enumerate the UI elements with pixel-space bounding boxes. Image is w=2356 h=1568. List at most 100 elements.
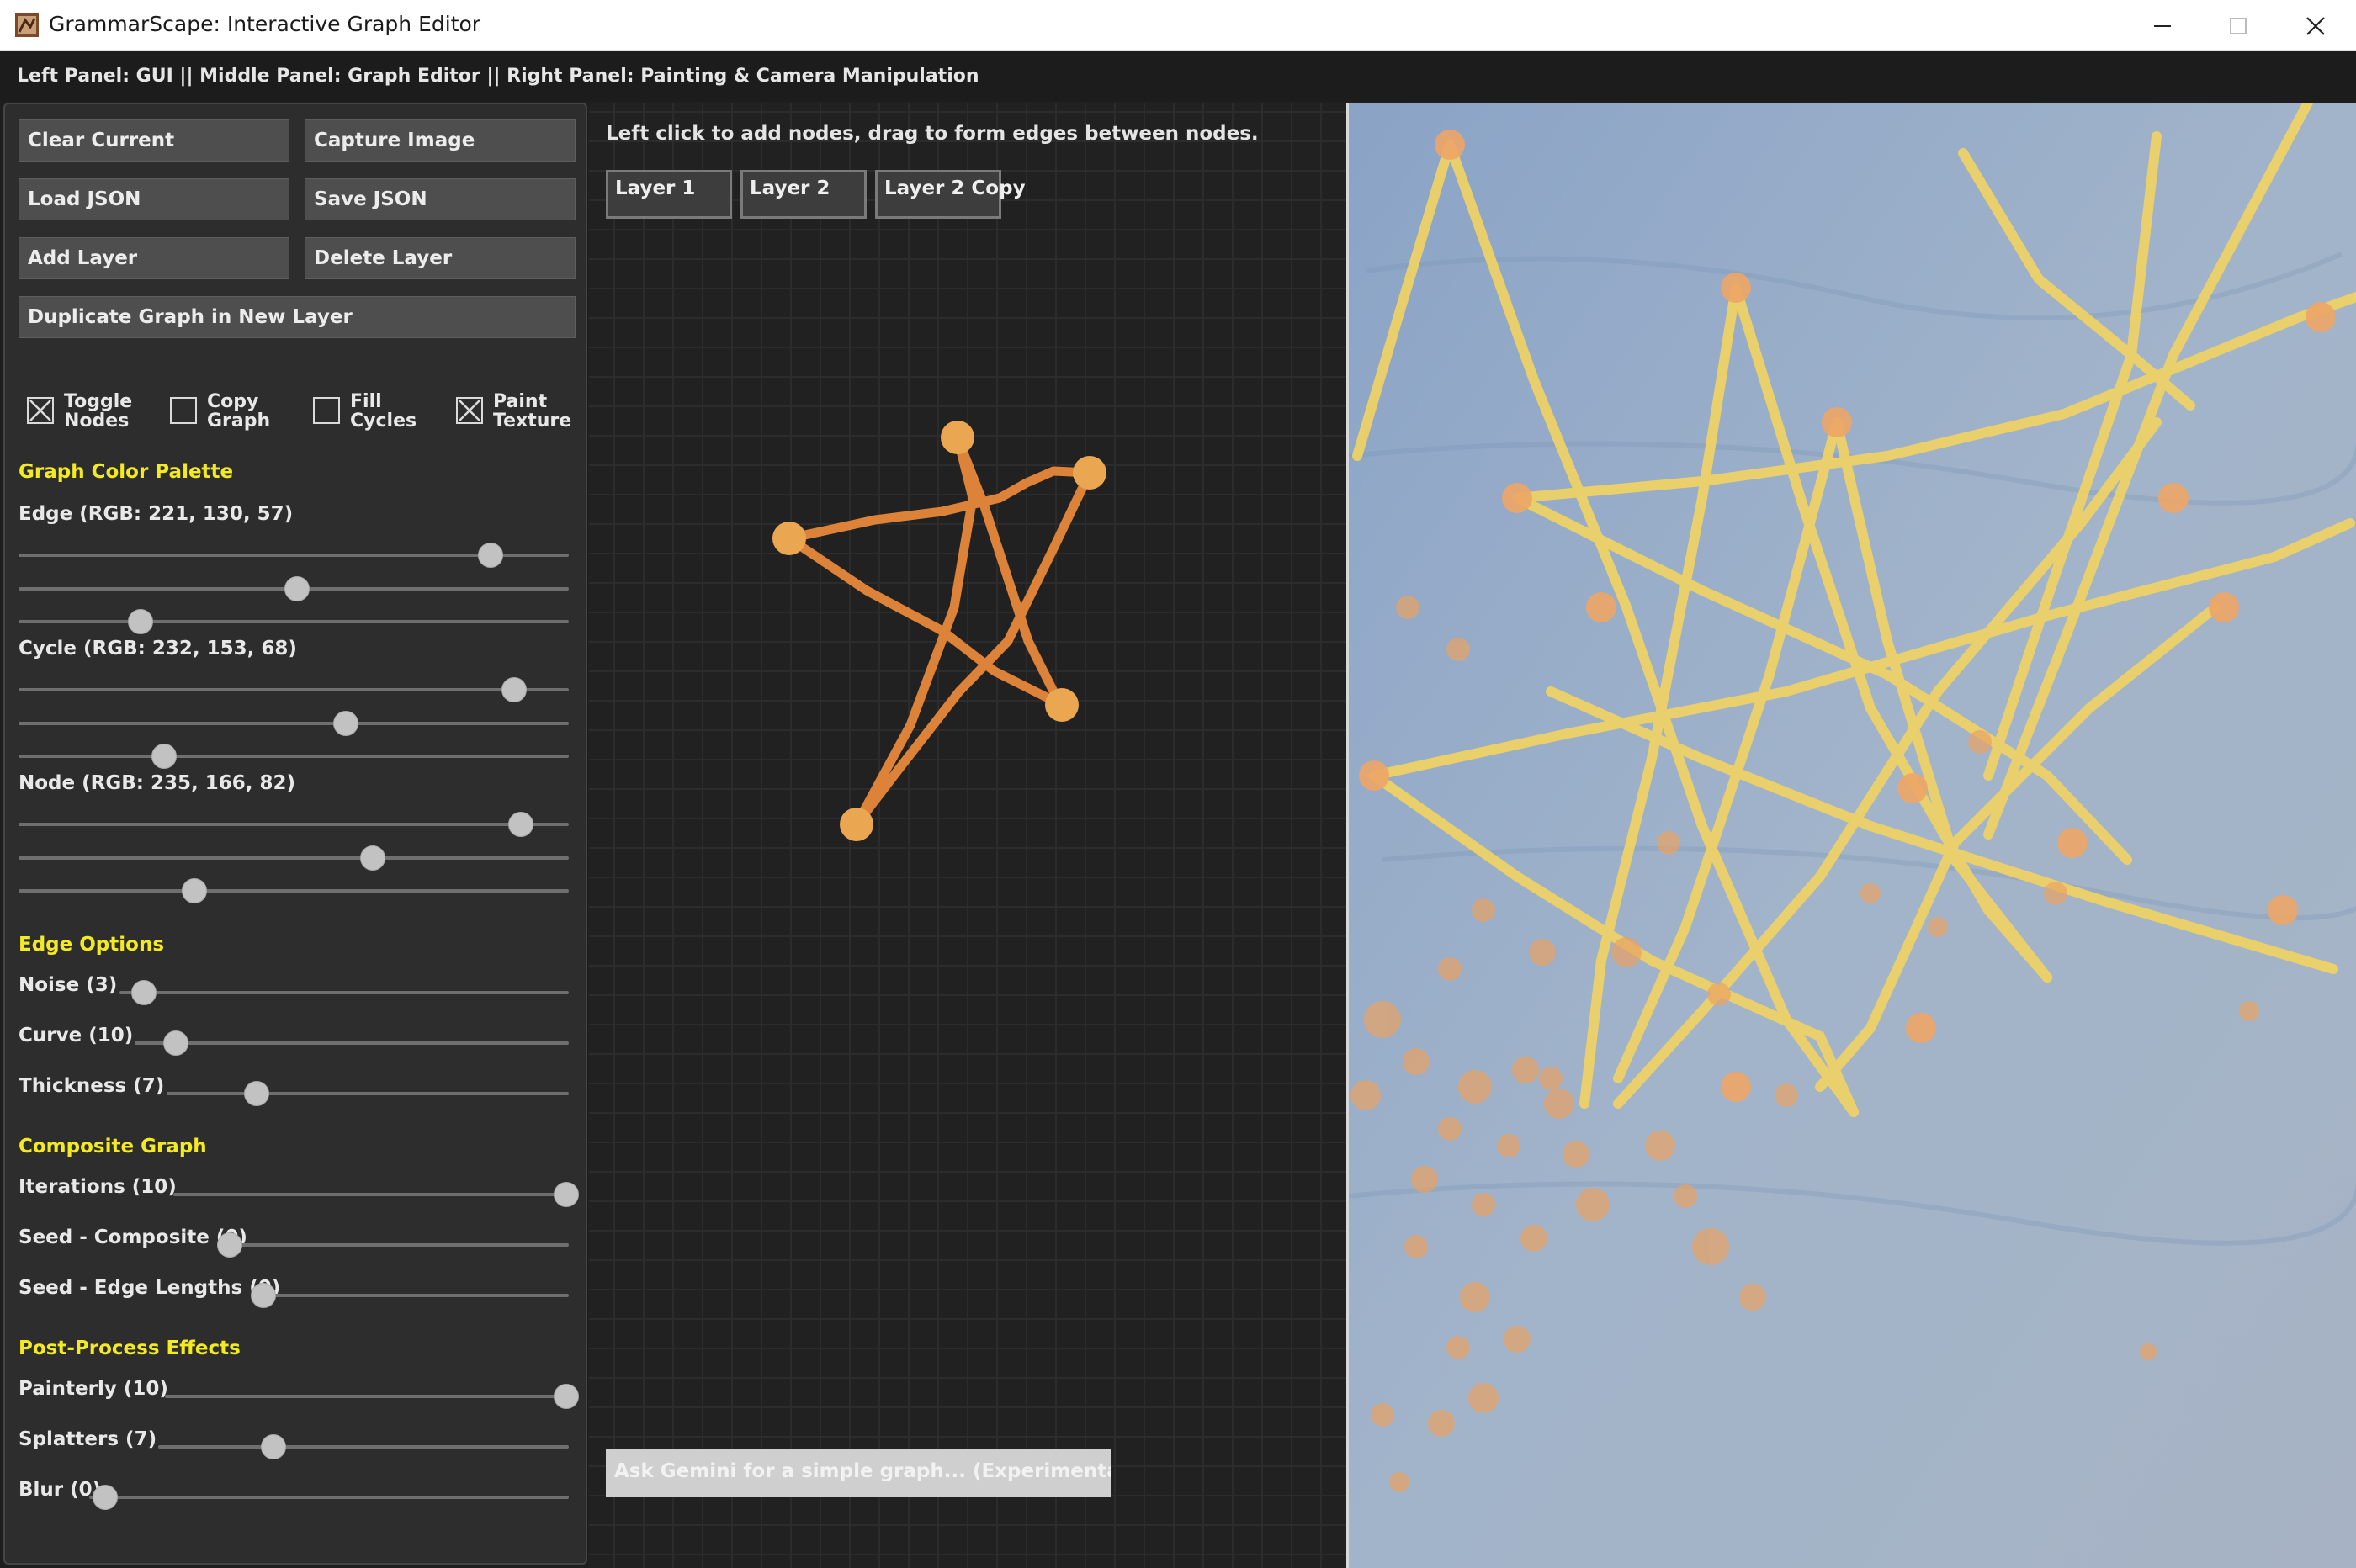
iterations-slider[interactable] bbox=[173, 1182, 579, 1207]
cycle-green-slider[interactable] bbox=[19, 711, 569, 736]
slider-thumb[interactable] bbox=[244, 1081, 269, 1106]
edge-color-label: Edge (RGB: 221, 130, 57) bbox=[19, 503, 294, 525]
slider-thumb[interactable] bbox=[261, 1434, 286, 1459]
slider-thumb[interactable] bbox=[360, 845, 385, 871]
gemini-prompt-input[interactable]: Ask Gemini for a simple graph... (Experi… bbox=[606, 1449, 1111, 1497]
add-layer-button[interactable]: Add Layer bbox=[19, 237, 289, 279]
curve-label: Curve (10) bbox=[19, 1025, 134, 1046]
curve-slider[interactable] bbox=[135, 1030, 569, 1056]
painted-node[interactable] bbox=[1897, 773, 1928, 803]
iterations-label: Iterations (10) bbox=[19, 1176, 177, 1198]
node-color-label: Node (RGB: 235, 166, 82) bbox=[19, 772, 295, 794]
edge-green-slider[interactable] bbox=[19, 576, 569, 601]
save-json-button[interactable]: Save JSON bbox=[305, 178, 576, 220]
slider-thumb[interactable] bbox=[151, 744, 177, 769]
graph-node[interactable] bbox=[1045, 688, 1079, 722]
graph-edge bbox=[784, 466, 1095, 543]
slider-thumb[interactable] bbox=[508, 812, 533, 837]
slider-thumb[interactable] bbox=[251, 1283, 276, 1308]
painted-node[interactable] bbox=[1502, 483, 1532, 513]
star-graph[interactable] bbox=[589, 103, 1346, 1568]
slider-thumb[interactable] bbox=[554, 1384, 579, 1409]
graph-node[interactable] bbox=[772, 522, 806, 555]
painted-node[interactable] bbox=[2158, 483, 2189, 513]
duplicate-graph-button[interactable]: Duplicate Graph in New Layer bbox=[19, 296, 576, 338]
app-icon bbox=[15, 13, 39, 37]
painted-node[interactable] bbox=[2209, 592, 2239, 622]
graph-node[interactable] bbox=[1073, 456, 1106, 490]
edge-red-slider[interactable] bbox=[19, 543, 569, 568]
node-green-slider[interactable] bbox=[19, 845, 569, 871]
edge-options-heading: Edge Options bbox=[19, 934, 165, 956]
splatters-label: Splatters (7) bbox=[19, 1428, 157, 1450]
checkbox-checked-icon bbox=[456, 397, 483, 424]
checkbox-unchecked-icon bbox=[170, 397, 197, 424]
slider-thumb[interactable] bbox=[478, 543, 503, 568]
clear-current-button[interactable]: Clear Current bbox=[19, 119, 289, 162]
window-title: GrammarScape: Interactive Graph Editor bbox=[49, 12, 481, 36]
painted-node[interactable] bbox=[1359, 760, 1389, 791]
painted-node[interactable] bbox=[2268, 895, 2298, 925]
gui-panel: Clear Current Capture Image Load JSON Sa… bbox=[3, 103, 587, 1565]
panel-info-bar: Left Panel: GUI || Middle Panel: Graph E… bbox=[0, 52, 2356, 101]
load-json-button[interactable]: Load JSON bbox=[19, 178, 289, 220]
slider-thumb[interactable] bbox=[182, 878, 207, 903]
maximize-icon bbox=[2230, 17, 2247, 34]
seed-edge-lengths-slider[interactable] bbox=[251, 1283, 569, 1308]
slider-thumb[interactable] bbox=[501, 677, 527, 702]
seed-composite-slider[interactable] bbox=[217, 1232, 569, 1258]
painterly-label: Painterly (10) bbox=[19, 1378, 168, 1400]
graph-editor-canvas[interactable]: Left click to add nodes, drag to form ed… bbox=[589, 103, 1346, 1568]
slider-thumb[interactable] bbox=[333, 711, 358, 736]
slider-thumb[interactable] bbox=[131, 980, 157, 1005]
slider-thumb[interactable] bbox=[284, 576, 310, 601]
graph-node[interactable] bbox=[941, 421, 974, 454]
thickness-label: Thickness (7) bbox=[19, 1075, 165, 1097]
painted-node[interactable] bbox=[1435, 130, 1465, 160]
painted-node[interactable] bbox=[1721, 1072, 1751, 1102]
graph-edge bbox=[852, 432, 978, 829]
painted-node[interactable] bbox=[2306, 302, 2336, 332]
minimize-button[interactable] bbox=[2125, 0, 2199, 51]
delete-layer-button[interactable]: Delete Layer bbox=[305, 237, 576, 279]
copy-graph-checkbox[interactable]: Copy Graph bbox=[170, 392, 300, 431]
blur-slider[interactable] bbox=[89, 1485, 569, 1510]
close-button[interactable] bbox=[2279, 0, 2353, 51]
painted-node[interactable] bbox=[2057, 828, 2088, 858]
cycle-color-label: Cycle (RGB: 232, 153, 68) bbox=[19, 638, 297, 660]
node-blue-slider[interactable] bbox=[19, 878, 569, 903]
maximize-button[interactable] bbox=[2201, 0, 2275, 51]
painted-graph[interactable] bbox=[1349, 103, 2356, 1568]
capture-image-button[interactable]: Capture Image bbox=[305, 119, 576, 162]
cycle-red-slider[interactable] bbox=[19, 677, 569, 702]
slider-thumb[interactable] bbox=[554, 1182, 579, 1207]
thickness-slider[interactable] bbox=[167, 1081, 569, 1106]
composite-heading: Composite Graph bbox=[19, 1136, 207, 1157]
slider-thumb[interactable] bbox=[163, 1030, 188, 1056]
slider-thumb[interactable] bbox=[217, 1232, 242, 1258]
graph-node[interactable] bbox=[840, 808, 873, 841]
fill-cycles-label: Fill Cycles bbox=[350, 391, 417, 432]
painted-node[interactable] bbox=[1906, 1013, 1936, 1043]
slider-thumb[interactable] bbox=[128, 609, 153, 634]
painterly-slider[interactable] bbox=[165, 1384, 579, 1409]
painted-node[interactable] bbox=[1586, 592, 1616, 622]
splatters-slider[interactable] bbox=[158, 1434, 569, 1459]
cycle-blue-slider[interactable] bbox=[19, 744, 569, 769]
minimize-icon bbox=[2154, 24, 2171, 27]
paint-texture-checkbox[interactable]: Paint Texture bbox=[456, 392, 586, 431]
node-red-slider[interactable] bbox=[19, 812, 569, 837]
noise-slider[interactable] bbox=[119, 980, 569, 1005]
seed-edge-lengths-label: Seed - Edge Lengths (0) bbox=[19, 1277, 281, 1299]
close-icon bbox=[2306, 16, 2325, 35]
toggle-nodes-checkbox[interactable]: Toggle Nodes bbox=[27, 392, 157, 431]
fill-cycles-checkbox[interactable]: Fill Cycles bbox=[313, 392, 443, 431]
painted-node[interactable] bbox=[1721, 273, 1751, 303]
slider-thumb[interactable] bbox=[93, 1485, 118, 1510]
canvas-background bbox=[1349, 103, 2356, 1568]
noise-label: Noise (3) bbox=[19, 974, 118, 996]
painting-canvas[interactable] bbox=[1346, 103, 2356, 1568]
edge-blue-slider[interactable] bbox=[19, 609, 569, 634]
copy-graph-label: Copy Graph bbox=[207, 391, 271, 432]
painted-node[interactable] bbox=[1822, 407, 1852, 437]
